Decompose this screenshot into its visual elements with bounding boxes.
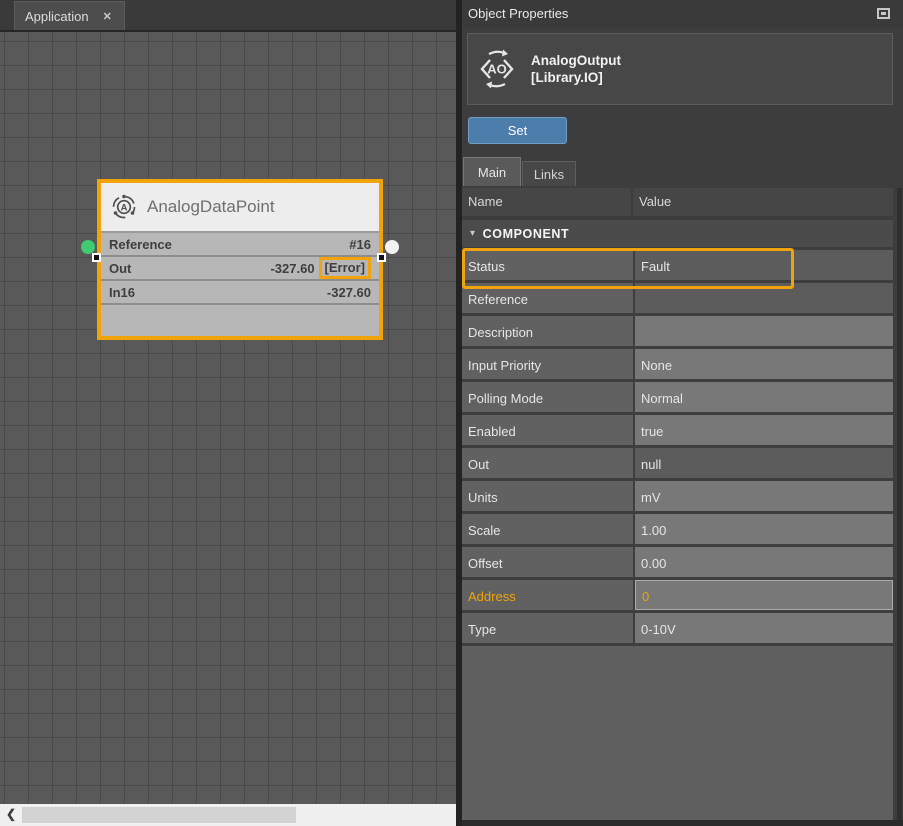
property-value-cell[interactable]: 0 — [635, 580, 893, 610]
scroll-left-arrow-icon[interactable]: ❮ — [6, 807, 16, 821]
node-row-name: Out — [109, 261, 131, 276]
property-row-offset[interactable]: Offset 0.00 — [462, 547, 893, 580]
property-name-cell: Address — [462, 580, 633, 610]
property-name-cell: Polling Mode — [462, 382, 633, 412]
node-row-value: #16 — [349, 237, 371, 252]
analog-output-icon: AO — [476, 48, 518, 90]
property-name-cell: Type — [462, 613, 633, 643]
property-value-cell[interactable]: 0-10V — [635, 613, 893, 643]
output-connector-dot[interactable] — [385, 240, 399, 254]
node-row-name: Reference — [109, 237, 172, 252]
canvas-panel: Application ✕ A AnalogDataPoint — [0, 0, 456, 826]
column-header-name: Name — [462, 188, 633, 216]
input-connector-dot[interactable] — [81, 240, 95, 254]
node-row[interactable]: Reference #16 — [101, 233, 379, 257]
property-row-reference[interactable]: Reference — [462, 283, 893, 316]
node-row-name: In16 — [109, 285, 135, 300]
property-name-cell: Out — [462, 448, 633, 478]
object-properties-panel: Object Properties AO AnalogOutput [Libra… — [462, 0, 903, 826]
property-value-cell[interactable] — [635, 283, 893, 313]
tab-close-icon[interactable]: ✕ — [103, 10, 112, 23]
node-title: AnalogDataPoint — [147, 197, 275, 217]
property-name-cell: Scale — [462, 514, 633, 544]
property-value-cell[interactable]: mV — [635, 481, 893, 511]
property-row-type[interactable]: Type 0-10V — [462, 613, 893, 646]
section-component-label: COMPONENT — [483, 227, 570, 241]
property-value-cell[interactable] — [635, 316, 893, 346]
property-row-scale[interactable]: Scale 1.00 — [462, 514, 893, 547]
canvas-tab-bar: Application ✕ — [0, 0, 456, 30]
dock-window-icon[interactable] — [877, 8, 890, 19]
panel-title: Object Properties — [468, 6, 568, 21]
property-value-cell[interactable]: 1.00 — [635, 514, 893, 544]
selection-handle-left[interactable] — [92, 253, 101, 262]
property-row-out[interactable]: Out null — [462, 448, 893, 481]
property-value-cell[interactable]: None — [635, 349, 893, 379]
property-name-cell: Description — [462, 316, 633, 346]
table-backdrop — [462, 646, 893, 820]
wiresheet-canvas[interactable]: A AnalogDataPoint Reference #16 Out -327… — [0, 30, 456, 804]
property-grid-header: Name Value — [462, 188, 893, 216]
set-button[interactable]: Set — [468, 117, 567, 144]
property-row-address[interactable]: Address 0 — [462, 580, 893, 613]
node-row-error-badge: [Error] — [319, 257, 371, 279]
selection-handle-right[interactable] — [377, 253, 386, 262]
svg-text:AO: AO — [487, 62, 507, 77]
node-row[interactable] — [101, 305, 379, 336]
node-row[interactable]: In16 -327.60 — [101, 281, 379, 305]
canvas-horizontal-scrollbar[interactable]: ❮ — [0, 804, 456, 826]
tab-main[interactable]: Main — [463, 157, 521, 186]
object-header: AO AnalogOutput [Library.IO] — [467, 33, 893, 105]
tab-application[interactable]: Application ✕ — [14, 1, 125, 30]
object-name: AnalogOutput — [531, 52, 621, 69]
property-row-polling-mode[interactable]: Polling Mode Normal — [462, 382, 893, 415]
property-value-cell[interactable]: true — [635, 415, 893, 445]
property-name-cell: Enabled — [462, 415, 633, 445]
node-header: A AnalogDataPoint — [101, 183, 379, 233]
property-row-input-priority[interactable]: Input Priority None — [462, 349, 893, 382]
column-header-value: Value — [633, 188, 893, 216]
analog-point-icon: A — [111, 194, 137, 220]
panel-titlebar: Object Properties — [462, 0, 903, 28]
node-row[interactable]: Out -327.60 [Error] — [101, 257, 379, 281]
node-analog-data-point[interactable]: A AnalogDataPoint Reference #16 Out -327… — [97, 179, 383, 340]
node-slot-rows: Reference #16 Out -327.60 [Error] In16 -… — [101, 233, 379, 336]
property-value-cell[interactable]: null — [635, 448, 893, 478]
collapse-triangle-icon: ▾ — [470, 228, 476, 239]
property-value-cell[interactable]: 0.00 — [635, 547, 893, 577]
property-row-enabled[interactable]: Enabled true — [462, 415, 893, 448]
scrollbar-thumb[interactable] — [22, 807, 296, 823]
panel-right-groove — [897, 188, 902, 820]
property-rows: Status Fault Reference Description Input… — [462, 250, 893, 646]
property-name-cell: Status — [462, 250, 633, 280]
section-component[interactable]: ▾ COMPONENT — [462, 220, 893, 250]
node-row-value: -327.60 — [270, 261, 314, 276]
app-root: Application ✕ A AnalogDataPoint — [0, 0, 903, 826]
dock-window-icon-bar — [881, 12, 886, 15]
tab-application-label: Application — [25, 9, 89, 24]
property-name-cell: Input Priority — [462, 349, 633, 379]
property-value-cell[interactable]: Normal — [635, 382, 893, 412]
panel-bottom-edge — [462, 820, 903, 826]
property-row-units[interactable]: Units mV — [462, 481, 893, 514]
property-value-cell[interactable]: Fault — [635, 250, 893, 280]
property-name-cell: Reference — [462, 283, 633, 313]
property-row-status[interactable]: Status Fault — [462, 250, 893, 283]
property-name-cell: Offset — [462, 547, 633, 577]
svg-text:A: A — [121, 203, 128, 214]
property-row-description[interactable]: Description — [462, 316, 893, 349]
tab-links[interactable]: Links — [522, 161, 576, 186]
property-name-cell: Units — [462, 481, 633, 511]
object-library: [Library.IO] — [531, 69, 621, 86]
node-row-value: -327.60 — [327, 285, 371, 300]
property-table: ▾ COMPONENT Status Fault Reference Descr… — [462, 220, 893, 820]
